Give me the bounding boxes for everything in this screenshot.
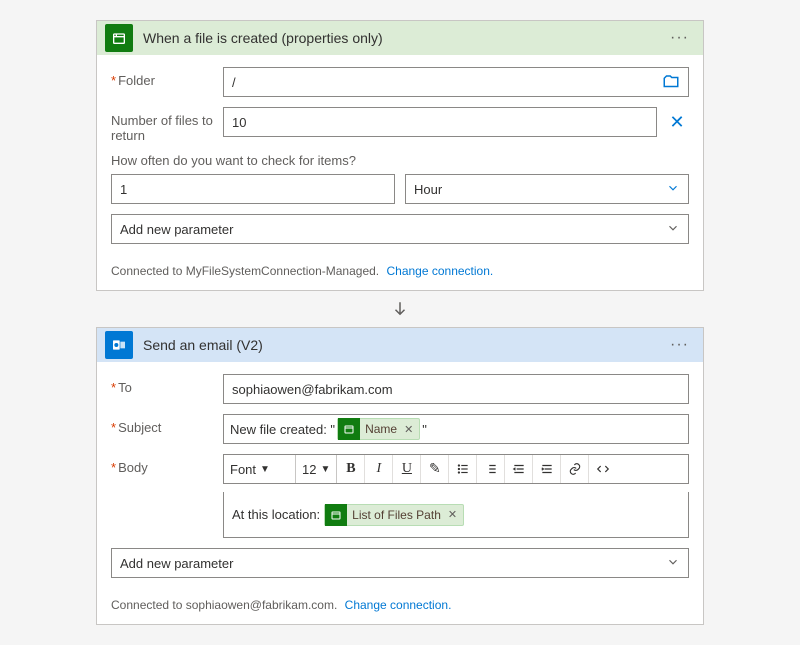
trigger-change-connection-link[interactable]: Change connection.: [386, 264, 493, 278]
underline-button[interactable]: U: [393, 455, 421, 483]
filesystem-icon: [325, 504, 347, 526]
folder-label: Folder: [111, 67, 223, 88]
token-remove-button[interactable]: ✕: [404, 423, 413, 436]
outlook-icon: [105, 331, 133, 359]
numfiles-clear-button[interactable]: ✕: [665, 112, 689, 133]
subject-token-name[interactable]: Name ✕: [337, 418, 420, 440]
action-change-connection-link[interactable]: Change connection.: [345, 598, 452, 612]
poll-label: How often do you want to check for items…: [111, 153, 689, 168]
trigger-footer: Connected to MyFileSystemConnection-Mana…: [97, 256, 703, 290]
action-footer: Connected to sophiaowen@fabrikam.com. Ch…: [97, 590, 703, 624]
trigger-header[interactable]: When a file is created (properties only)…: [97, 21, 703, 55]
add-parameter-label: Add new parameter: [120, 222, 233, 237]
body-label: Body: [111, 454, 223, 475]
action-title: Send an email (V2): [143, 337, 666, 353]
caret-down-icon: ▼: [320, 464, 330, 475]
flow-arrow-icon: [391, 297, 409, 321]
to-input[interactable]: sophiaowen@fabrikam.com: [223, 374, 689, 404]
chevron-down-icon: [666, 181, 680, 198]
subject-label: Subject: [111, 414, 223, 435]
action-header[interactable]: Send an email (V2) ···: [97, 328, 703, 362]
action-add-parameter[interactable]: Add new parameter: [111, 548, 689, 578]
indent-button[interactable]: [533, 455, 561, 483]
action-card: Send an email (V2) ··· To sophiaowen@fab…: [96, 327, 704, 625]
body-token-filespath[interactable]: List of Files Path ✕: [324, 504, 464, 526]
font-label: Font: [230, 462, 256, 477]
numfiles-value: 10: [232, 115, 246, 130]
subject-prefix: New file created: ": [230, 422, 335, 437]
filesystem-icon: [105, 24, 133, 52]
frequency-value: Hour: [414, 182, 442, 197]
caret-down-icon: ▼: [260, 464, 270, 475]
numfiles-input[interactable]: 10: [223, 107, 657, 137]
subject-token-label: Name: [365, 422, 397, 436]
body-token-label: List of Files Path: [352, 508, 441, 522]
body-toolbar: Font ▼ 12 ▼ B I U ✎: [223, 454, 689, 484]
number-list-button[interactable]: [477, 455, 505, 483]
subject-suffix: ": [422, 422, 427, 437]
folder-picker-icon[interactable]: [662, 73, 680, 91]
body-input[interactable]: At this location: List of Files Path ✕: [223, 492, 689, 538]
chevron-down-icon: [666, 555, 680, 572]
to-label: To: [111, 374, 223, 395]
trigger-title: When a file is created (properties only): [143, 30, 666, 46]
trigger-card: When a file is created (properties only)…: [96, 20, 704, 291]
bold-button[interactable]: B: [337, 455, 365, 483]
fontsize-select[interactable]: 12 ▼: [296, 455, 337, 483]
trigger-connection-text: Connected to MyFileSystemConnection-Mana…: [111, 264, 379, 278]
token-remove-button[interactable]: ✕: [448, 508, 457, 521]
filesystem-icon: [338, 418, 360, 440]
trigger-add-parameter[interactable]: Add new parameter: [111, 214, 689, 244]
bullet-list-button[interactable]: [449, 455, 477, 483]
action-connection-text: Connected to sophiaowen@fabrikam.com.: [111, 598, 337, 612]
numfiles-label: Number of files to return: [111, 107, 223, 143]
interval-input[interactable]: 1: [111, 174, 395, 204]
interval-value: 1: [120, 182, 127, 197]
frequency-select[interactable]: Hour: [405, 174, 689, 204]
trigger-menu-button[interactable]: ···: [666, 29, 693, 47]
body-text-prefix: At this location:: [232, 507, 320, 522]
code-view-button[interactable]: [589, 455, 617, 483]
font-select[interactable]: Font ▼: [224, 455, 296, 483]
link-button[interactable]: [561, 455, 589, 483]
outdent-button[interactable]: [505, 455, 533, 483]
chevron-down-icon: [666, 221, 680, 238]
fontsize-label: 12: [302, 462, 316, 477]
action-menu-button[interactable]: ···: [666, 336, 693, 354]
folder-value: /: [232, 75, 236, 90]
to-value: sophiaowen@fabrikam.com: [232, 382, 393, 397]
italic-button[interactable]: I: [365, 455, 393, 483]
add-parameter-label: Add new parameter: [120, 556, 233, 571]
folder-input[interactable]: /: [223, 67, 689, 97]
clear-format-button[interactable]: ✎: [421, 455, 449, 483]
subject-input[interactable]: New file created: " Name ✕ ": [223, 414, 689, 444]
